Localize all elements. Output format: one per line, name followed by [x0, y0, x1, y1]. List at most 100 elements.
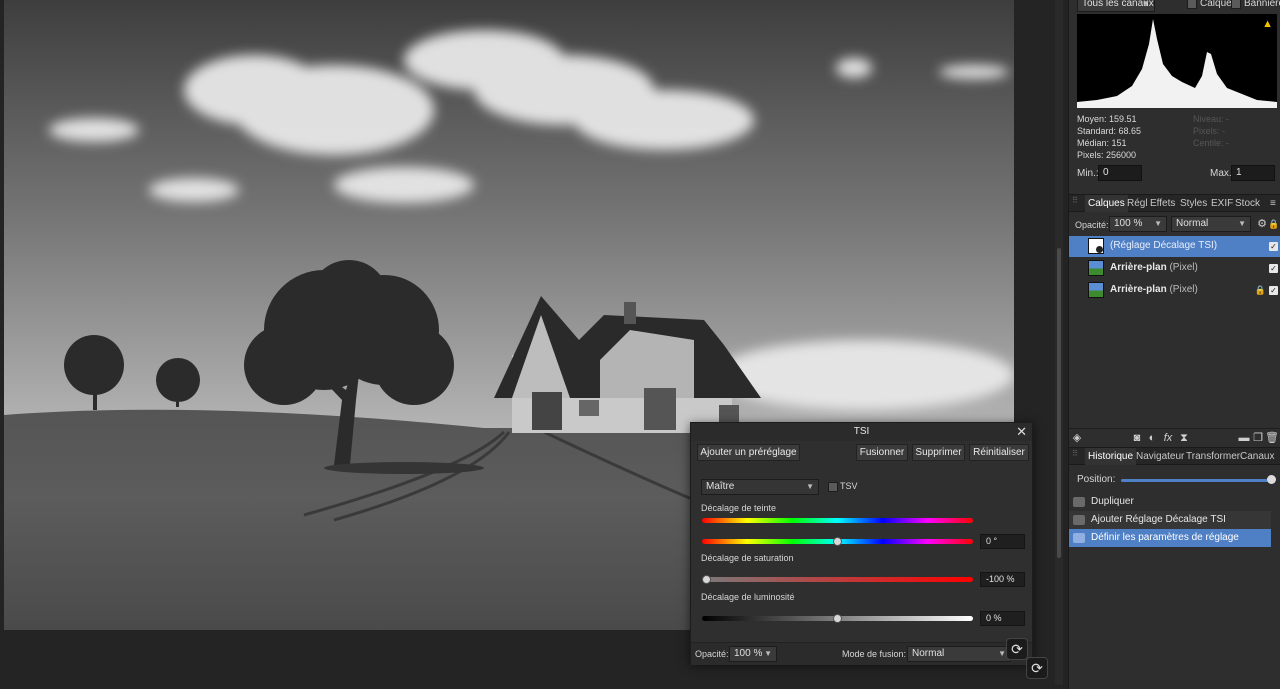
fx-icon[interactable]: fx [1161, 431, 1175, 445]
lock-icon[interactable]: 🔒 [1267, 217, 1280, 231]
tab-transform[interactable]: Transformer [1183, 448, 1243, 465]
tsi-dialog: TSI ✕ Ajouter un préréglage Fusionner Su… [690, 422, 1033, 665]
chevron-down-icon: ▼ [1238, 219, 1246, 228]
panel-grip-icon[interactable]: ⠿ [1072, 450, 1078, 461]
saturation-slider-knob[interactable] [702, 575, 711, 584]
saturation-label: Décalage de saturation [701, 553, 794, 563]
layer-row[interactable]: Arrière-plan (Pixel) 🔒 ✓ [1069, 280, 1280, 301]
history-item[interactable]: Définir les paramètres de réglage [1069, 529, 1271, 547]
close-icon[interactable]: ✕ [1016, 424, 1027, 440]
dialog-title: TSI [691, 423, 1032, 441]
add-preset-button[interactable]: Ajouter un préréglage [697, 444, 800, 461]
min-label: Min.: [1077, 168, 1099, 179]
layer-row[interactable]: (Réglage Décalage TSI) ✓ [1069, 236, 1280, 257]
panel-menu-icon[interactable]: ≡ [1267, 195, 1279, 212]
banner-checkbox-label: Bannière [1244, 0, 1280, 9]
tab-history[interactable]: Historique [1085, 448, 1137, 465]
layer-thumbnail [1088, 282, 1104, 298]
visibility-checkbox[interactable]: ✓ [1269, 286, 1278, 295]
layers-panel-tabs: ⠿ Calques Régl Effets Styles EXIF Stock … [1069, 194, 1280, 212]
layers-toolbar: ◈ ◙ ◐ fx ⧗ ▬ ❐ 🗑 [1069, 428, 1280, 446]
camera-icon [1073, 497, 1085, 507]
channel-select[interactable]: Tous les canaux ▼ [1077, 0, 1155, 12]
reset-button[interactable]: Réinitialiser [969, 444, 1029, 461]
layer-thumbnail [1088, 260, 1104, 276]
right-panel: Tous les canaux▼ Calque Bannière ▲ Moyen… [1068, 0, 1280, 689]
layer-opacity-value: 100 % [1114, 218, 1143, 229]
dialog-footer: Opacité: 100 % ▼ Mode de fusion: Normal ▼ [691, 642, 1032, 665]
warning-icon[interactable]: ▲ [1262, 18, 1273, 30]
delete-button[interactable]: Supprimer [912, 444, 965, 461]
tsv-label: TSV [840, 481, 858, 491]
history-position-label: Position: [1077, 474, 1116, 485]
stat-pixels-hover: Pixels: - [1193, 126, 1226, 136]
hue-value-input[interactable]: 0 ° [980, 534, 1025, 549]
adjustment-thumbnail [1088, 238, 1104, 254]
luminosity-slider-knob[interactable] [833, 614, 842, 623]
adjustment-icon [1096, 246, 1103, 253]
visibility-checkbox[interactable]: ✓ [1269, 242, 1278, 251]
trash-icon[interactable]: 🗑 [1265, 431, 1279, 445]
layer-opacity-select[interactable]: 100 % ▼ [1109, 216, 1167, 232]
luminosity-value-input[interactable]: 0 % [980, 611, 1025, 626]
history-item[interactable]: Ajouter Réglage Décalage TSI [1069, 511, 1271, 529]
canvas-vertical-scrollbar[interactable] [1055, 0, 1063, 685]
stat-level: Niveau: - [1193, 114, 1230, 124]
stat-percentile: Centile: - [1193, 138, 1230, 148]
panel-grip-icon[interactable]: ⠿ [1072, 197, 1078, 208]
layers-stack-icon[interactable]: ◈ [1070, 431, 1084, 445]
refresh-icon[interactable]: ⟳ [1006, 638, 1028, 660]
tab-stock[interactable]: Stock [1232, 195, 1263, 212]
chevron-down-icon: ▼ [764, 649, 772, 658]
layer-blend-select[interactable]: Normal ▼ [1171, 216, 1251, 232]
folder-icon[interactable]: ▬ [1237, 431, 1251, 445]
hue-label: Décalage de teinte [701, 503, 777, 513]
min-input[interactable]: 0 [1098, 165, 1142, 181]
hue-reference-bar [702, 518, 973, 523]
history-item[interactable]: Dupliquer [1069, 493, 1271, 511]
tab-styles[interactable]: Styles [1177, 195, 1210, 212]
layer-checkbox-label: Calque [1200, 0, 1232, 9]
dialog-blend-select[interactable]: Normal ▼ [907, 646, 1011, 662]
dialog-blend-value: Normal [912, 648, 945, 659]
dialog-blend-label: Mode de fusion: [842, 649, 907, 659]
tsv-checkbox[interactable] [828, 482, 838, 492]
refresh-icon[interactable]: ⟳ [1026, 657, 1048, 679]
visibility-checkbox[interactable]: ✓ [1269, 264, 1278, 273]
camera-icon [1073, 515, 1085, 525]
layer-name: Arrière-plan (Pixel) [1110, 284, 1198, 295]
stat-standard: Standard: 68.65 [1077, 126, 1142, 136]
stat-median: Médian: 151 [1077, 138, 1127, 148]
merge-button[interactable]: Fusionner [856, 444, 908, 461]
hourglass-icon[interactable]: ⧗ [1177, 431, 1191, 445]
layer-row[interactable]: Arrière-plan (Pixel) ✓ [1069, 258, 1280, 279]
dialog-opacity-select[interactable]: 100 % ▼ [729, 646, 777, 662]
scrollbar-thumb[interactable] [1057, 248, 1061, 558]
camera-icon [1073, 533, 1085, 543]
dialog-opacity-value: 100 % [734, 648, 763, 659]
layer-name: Arrière-plan (Pixel) [1110, 262, 1198, 273]
histogram-curve [1077, 19, 1277, 108]
max-input[interactable]: 1 [1231, 165, 1275, 181]
tab-navigator[interactable]: Navigateur [1133, 448, 1187, 465]
banner-checkbox[interactable] [1231, 0, 1241, 9]
mask-icon[interactable]: ◙ [1130, 431, 1144, 445]
chevron-down-icon: ▼ [1154, 219, 1162, 228]
tab-channels[interactable]: Canaux [1237, 448, 1277, 465]
adjustment-icon[interactable]: ◐ [1145, 431, 1159, 445]
history-position-track[interactable] [1121, 479, 1273, 482]
layer-checkbox[interactable] [1187, 0, 1197, 9]
lock-icon[interactable]: 🔒 [1255, 285, 1266, 296]
hue-slider-knob[interactable] [833, 537, 842, 546]
stat-mean: Moyen: 159.51 [1077, 114, 1137, 124]
saturation-value-input[interactable]: -100 % [980, 572, 1025, 587]
channel-dropdown[interactable]: Maître ▼ [701, 479, 819, 495]
saturation-slider[interactable] [702, 577, 973, 582]
tab-layers[interactable]: Calques [1085, 195, 1128, 212]
luminosity-label: Décalage de luminosité [701, 592, 795, 602]
histogram-graph: ▲ [1077, 14, 1277, 108]
history-position-knob[interactable] [1267, 475, 1276, 484]
channel-dropdown-value: Maître [706, 481, 735, 492]
tab-effects[interactable]: Effets [1147, 195, 1178, 212]
duplicate-icon[interactable]: ❐ [1251, 431, 1265, 445]
